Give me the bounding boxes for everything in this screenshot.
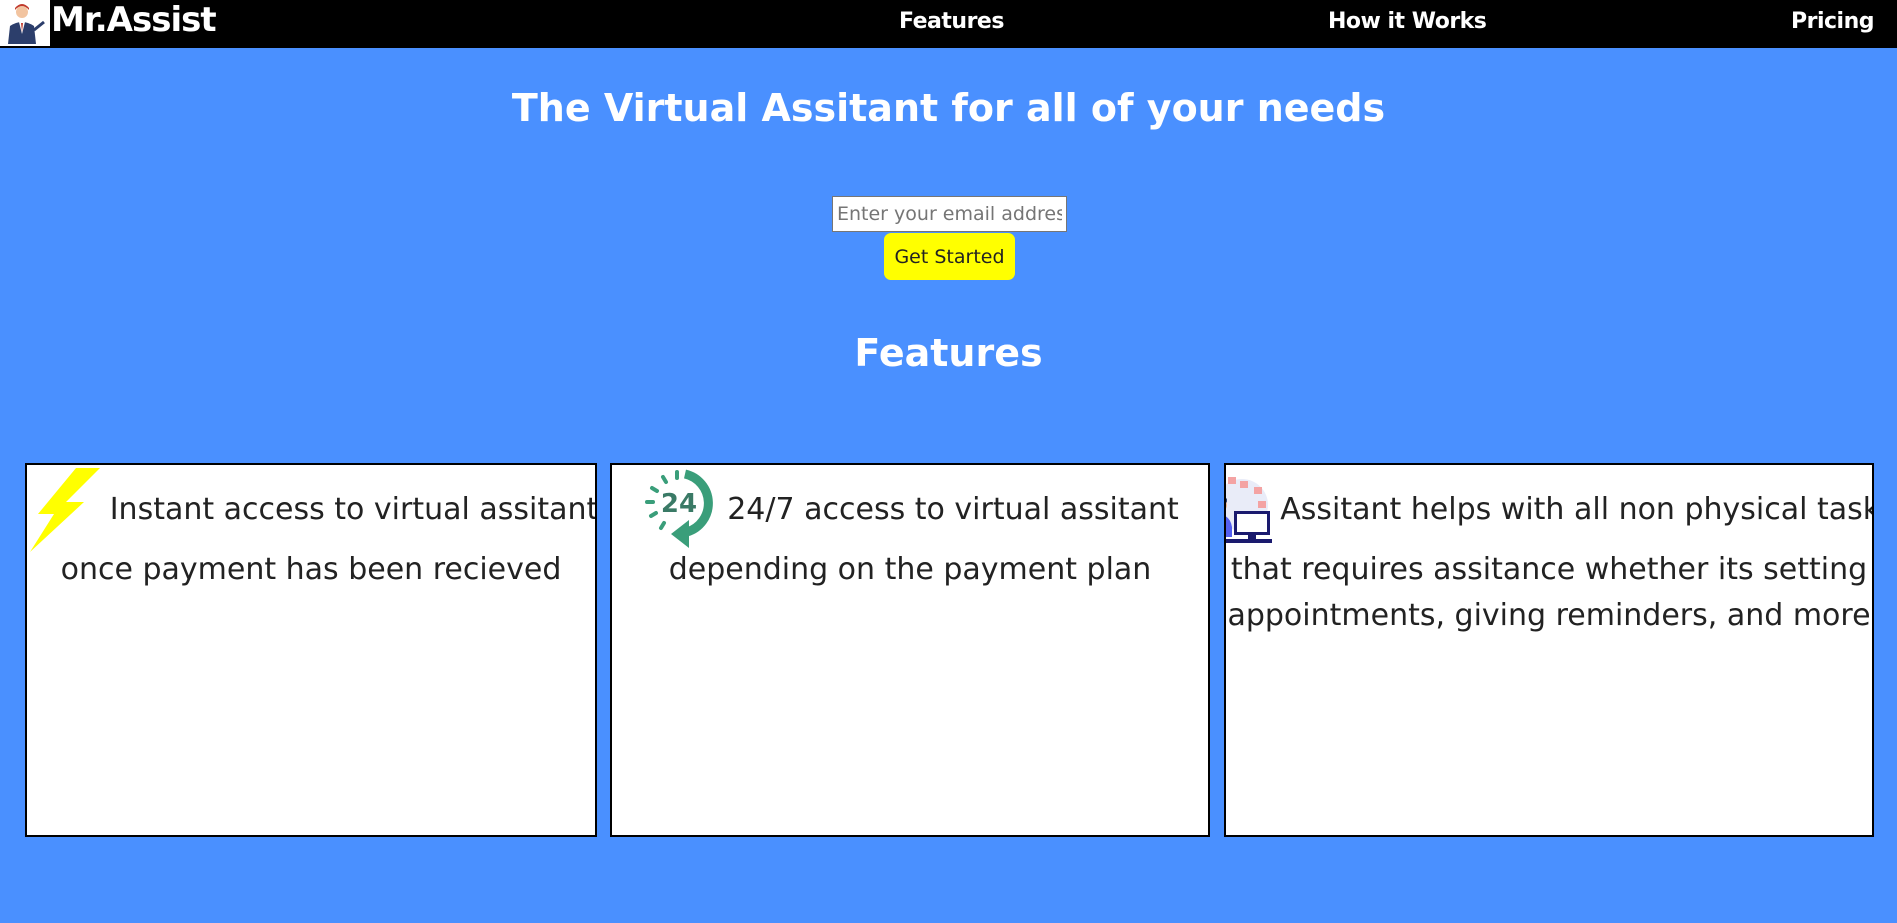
- card-line: once payment has been recieved: [60, 552, 562, 587]
- features-title: Features: [854, 331, 1043, 375]
- feature-card-non-physical-tasks: Assitant helps with all non physical tas…: [1224, 463, 1874, 837]
- lightning-icon: [29, 468, 100, 552]
- nav-link-pricing[interactable]: Pricing: [1791, 9, 1875, 34]
- clock-24-icon: 24: [645, 469, 714, 548]
- card-line: 24/7 access to virtual assitant: [727, 492, 1179, 527]
- card-line: Instant access to virtual assitant: [109, 492, 597, 527]
- clock-icon-label: 24: [661, 489, 697, 519]
- card-line: Assitant helps with all non physical tas…: [1280, 492, 1874, 527]
- brand-name: Mr.Assist: [51, 0, 217, 40]
- assistant-computer-icon: [1226, 477, 1273, 543]
- top-navbar: Mr.Assist Features How it Works Pricing: [0, 0, 1897, 48]
- feature-card-24-7-access: 24 24/7 access to virtual assitant depen…: [610, 463, 1210, 837]
- card-line: that requires assitance whether its sett…: [1230, 552, 1868, 587]
- get-started-button[interactable]: Get Started: [884, 233, 1015, 280]
- card-line: appointments, giving reminders, and more: [1227, 598, 1871, 633]
- nav-link-how-it-works[interactable]: How it Works: [1328, 9, 1487, 34]
- nav-link-features[interactable]: Features: [899, 9, 1004, 34]
- feature-card-instant-access: Instant access to virtual assitant once …: [25, 463, 597, 837]
- hero-title: The Virtual Assitant for all of your nee…: [511, 86, 1386, 130]
- email-input[interactable]: [832, 196, 1067, 232]
- card-line: depending on the payment plan: [668, 552, 1152, 587]
- assistant-logo-icon: [0, 0, 50, 46]
- brand[interactable]: Mr.Assist: [0, 0, 217, 46]
